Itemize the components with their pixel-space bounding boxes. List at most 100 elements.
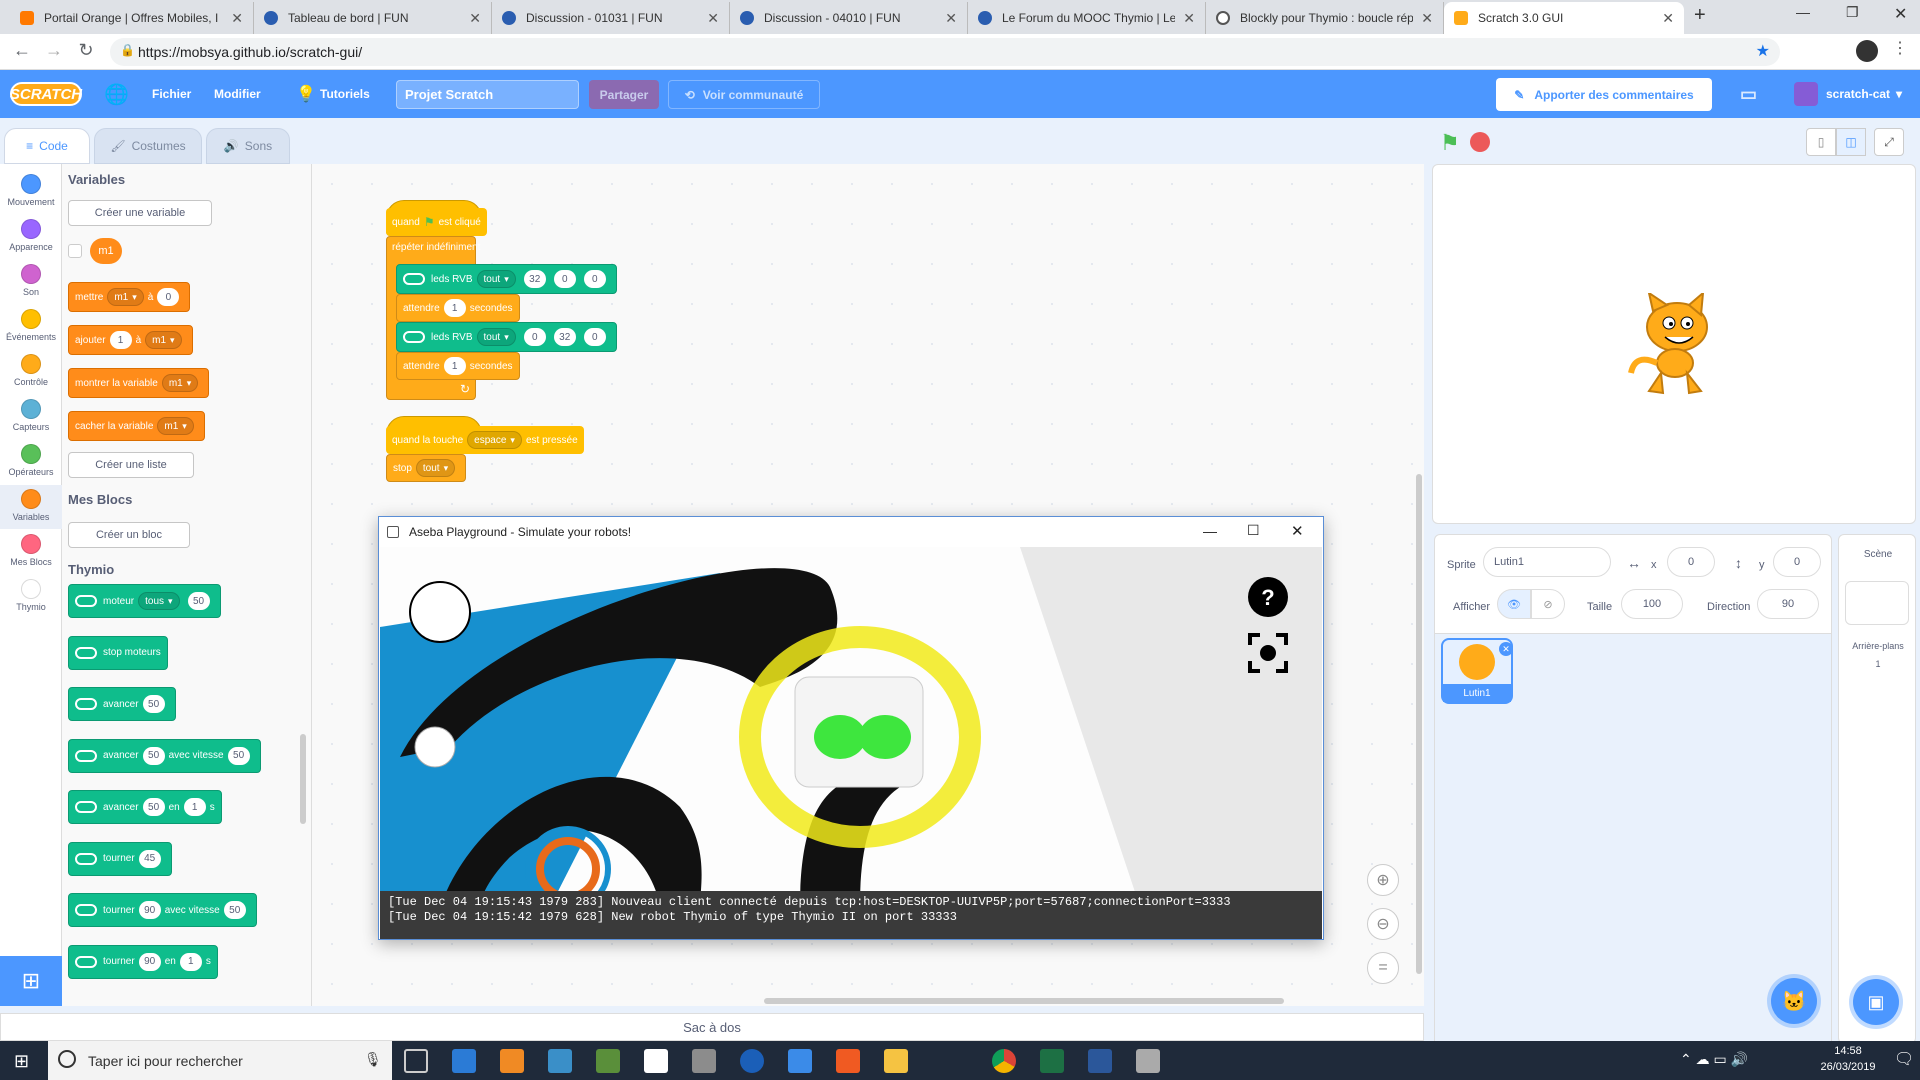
category-op-rateurs[interactable]: Opérateurs — [0, 440, 62, 484]
thymio-block[interactable]: moteurtous 50 — [68, 584, 221, 618]
tab-costumes[interactable]: 🖌 Costumes — [94, 128, 202, 164]
microphone-icon[interactable]: 🎙 — [364, 1051, 382, 1068]
leds-rgb-block[interactable]: leds RVBtout0320 — [396, 322, 617, 352]
stop-dropdown[interactable]: tout — [415, 459, 456, 477]
wait-input[interactable]: 1 — [443, 357, 466, 375]
aseba-title-bar[interactable]: Aseba Playground - Simulate your robots!… — [379, 517, 1323, 547]
value-input[interactable]: 50 — [142, 695, 165, 713]
thymio-block[interactable]: tourner 90 avec vitesse 50 — [68, 893, 257, 927]
variable-dropdown[interactable]: m1 — [145, 331, 182, 349]
category--v-nements[interactable]: Événements — [0, 305, 62, 349]
aseba-close-icon[interactable]: ✕ — [1291, 522, 1304, 540]
chrome-icon[interactable] — [992, 1049, 1016, 1073]
user-avatar[interactable] — [1794, 82, 1818, 106]
leds-rgb-block[interactable]: leds RVBtout3200 — [396, 264, 617, 294]
taskbar-app-icon[interactable] — [788, 1049, 812, 1073]
zoom-in-button[interactable]: ⊕ — [1367, 864, 1399, 896]
y-input[interactable]: 0 — [1773, 547, 1821, 577]
tab-code[interactable]: ≡ Code — [4, 128, 90, 164]
value-input[interactable]: 50 — [142, 746, 165, 765]
hide-variable-block[interactable]: cacher la variable m1 — [68, 411, 205, 441]
task-view-icon[interactable] — [404, 1049, 428, 1073]
wait-block[interactable]: attendre 1 secondes — [396, 294, 520, 322]
add-sprite-button[interactable]: 🐱 — [1771, 978, 1817, 1024]
add-extension-button[interactable]: ⊞ — [0, 956, 62, 1006]
hide-sprite-button[interactable]: ⊘ — [1531, 589, 1565, 619]
system-tray-icons[interactable]: ⌃ ☁ ▭ 🔊 — [1680, 1051, 1748, 1068]
value-input[interactable]: 0 — [157, 288, 180, 306]
set-variable-block[interactable]: mettrem1à0 — [68, 282, 191, 312]
new-tab-icon[interactable]: + — [1694, 4, 1706, 27]
create-block-button[interactable]: Créer un bloc — [68, 522, 190, 548]
category-mes-blocs[interactable]: Mes Blocs — [0, 530, 62, 574]
browser-tab-active[interactable]: Scratch 3.0 GUI ✕ — [1444, 2, 1684, 34]
category-capteurs[interactable]: Capteurs — [0, 395, 62, 439]
leds-dropdown[interactable]: tout — [476, 270, 516, 288]
browser-tab[interactable]: Portail Orange | Offres Mobiles, I ✕ — [10, 2, 254, 34]
browser-menu-icon[interactable]: ⋮ — [1892, 38, 1908, 58]
browser-tab[interactable]: Discussion - 04010 | FUN ✕ — [730, 2, 968, 34]
value-input[interactable]: 50 — [187, 592, 210, 610]
value-input[interactable]: 50 — [227, 746, 250, 765]
category-mouvement[interactable]: Mouvement — [0, 170, 62, 214]
close-tab-icon[interactable]: ✕ — [469, 10, 481, 27]
variable-dropdown[interactable]: m1 — [157, 417, 194, 435]
value-input[interactable]: 1 — [179, 952, 202, 971]
aseba-maximize-icon[interactable]: ☐ — [1247, 522, 1260, 539]
palette-scrollbar[interactable] — [300, 734, 306, 824]
edge-icon[interactable] — [740, 1049, 764, 1073]
variable-reporter[interactable]: m1 — [90, 238, 122, 264]
brave-icon[interactable] — [836, 1049, 860, 1073]
small-stage-button[interactable]: ▯ — [1806, 128, 1836, 156]
thymio-block[interactable]: avancer 50 en 1 s — [68, 790, 222, 824]
value-input[interactable]: 90 — [138, 952, 161, 971]
when-key-pressed-block[interactable]: quand la toucheespaceest pressée — [386, 426, 584, 454]
create-list-button[interactable]: Créer une liste — [68, 452, 194, 478]
workspace-horizontal-scrollbar[interactable] — [764, 998, 1284, 1004]
profile-icon[interactable] — [1856, 40, 1878, 62]
thymio-block[interactable]: tourner 90 en 1 s — [68, 944, 218, 979]
notifications-icon[interactable]: 🗨 — [1894, 1049, 1914, 1069]
motor-dropdown[interactable]: tous — [138, 592, 180, 610]
clock-time[interactable]: 14:58 — [1818, 1045, 1878, 1057]
close-tab-icon[interactable]: ✕ — [1183, 10, 1195, 27]
user-menu[interactable]: scratch-cat ▾ — [1826, 70, 1902, 118]
category-thymio[interactable]: Thymio — [0, 575, 62, 619]
stop-block[interactable]: stop tout — [386, 454, 467, 482]
workspace-vertical-scrollbar[interactable] — [1416, 474, 1422, 974]
taskbar-app-icon[interactable] — [596, 1049, 620, 1073]
feedback-button[interactable]: ✎ Apporter des commentaires — [1496, 78, 1712, 111]
close-tab-icon[interactable]: ✕ — [707, 10, 719, 27]
value-input[interactable]: 1 — [109, 331, 132, 349]
stop-button[interactable] — [1470, 132, 1490, 152]
taskbar-app-icon[interactable] — [548, 1049, 572, 1073]
large-stage-button[interactable]: ◫ — [1836, 128, 1866, 156]
menu-tutorials[interactable]: Tutoriels — [320, 70, 370, 118]
change-variable-block[interactable]: ajouter 1 à m1 — [68, 325, 193, 355]
green-flag-button[interactable]: ⚑ — [1440, 130, 1460, 156]
excel-icon[interactable] — [1040, 1049, 1064, 1073]
browser-tab[interactable]: Le Forum du MOOC Thymio | Le ✕ — [968, 2, 1206, 34]
scratch-logo[interactable]: SCRATCH — [10, 82, 82, 106]
scratch-cat-sprite[interactable] — [1627, 293, 1723, 397]
fullscreen-button[interactable]: ⤢ — [1874, 128, 1904, 156]
category-apparence[interactable]: Apparence — [0, 215, 62, 259]
green-input[interactable]: 32 — [553, 328, 576, 346]
variable-dropdown[interactable]: m1 — [107, 288, 144, 306]
value-input[interactable]: 50 — [223, 901, 246, 919]
word-icon[interactable] — [1088, 1049, 1112, 1073]
stage-thumbnail[interactable] — [1845, 581, 1909, 625]
blue-input[interactable]: 0 — [583, 328, 606, 346]
red-input[interactable]: 0 — [523, 328, 546, 346]
my-stuff-folder-icon[interactable]: ▭ — [1740, 70, 1757, 118]
show-variable-block[interactable]: montrer la variable m1 — [68, 368, 210, 398]
red-input[interactable]: 32 — [523, 270, 546, 288]
value-input[interactable]: 90 — [138, 901, 161, 919]
reload-icon[interactable]: ↻ — [74, 40, 98, 61]
leds-dropdown[interactable]: tout — [476, 328, 516, 346]
see-community-button[interactable]: ⟲ Voir communauté — [668, 80, 820, 109]
forward-icon[interactable]: → — [42, 40, 66, 61]
close-tab-icon[interactable]: ✕ — [945, 10, 957, 27]
x-input[interactable]: 0 — [1667, 547, 1715, 577]
category-contr-le[interactable]: Contrôle — [0, 350, 62, 394]
